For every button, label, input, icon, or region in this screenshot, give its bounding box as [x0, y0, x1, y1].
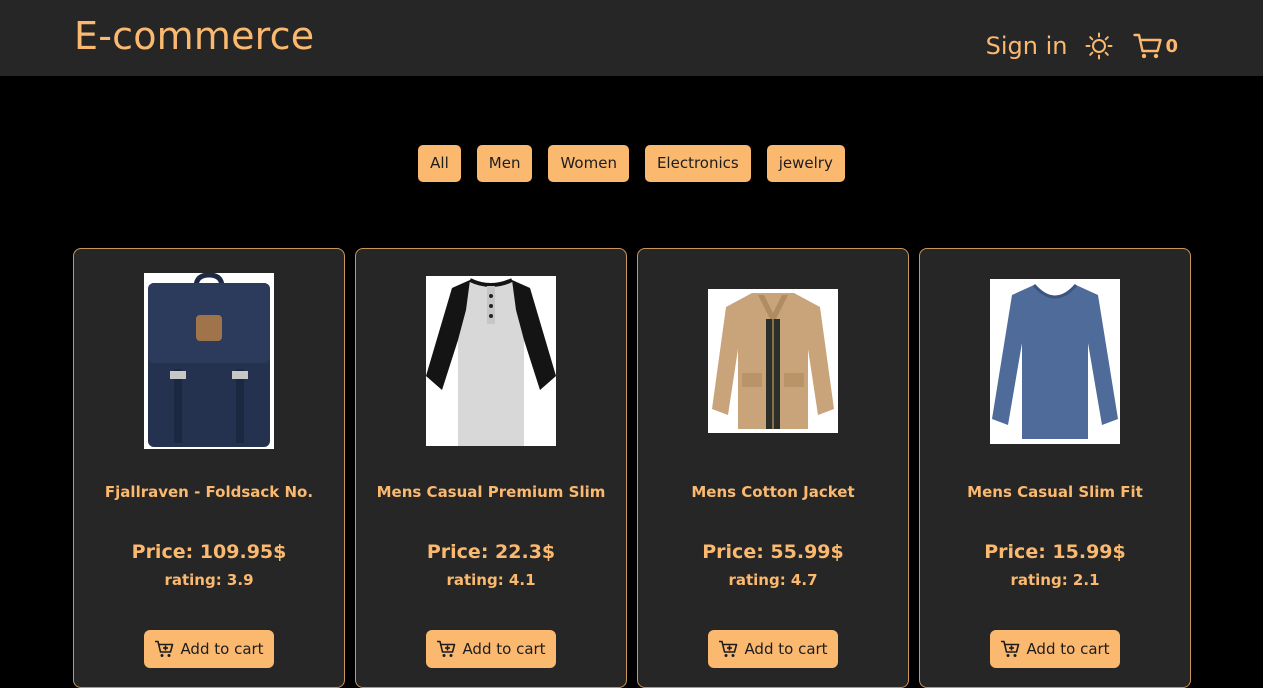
product-image-long-sleeve[interactable]	[990, 273, 1120, 449]
filter-jewelry-button[interactable]: jewelry	[766, 145, 845, 182]
brand-logo[interactable]: E-commerce	[74, 12, 314, 60]
product-price: Price: 109.95$	[131, 541, 287, 563]
add-to-cart-button[interactable]: Add to cart	[426, 630, 556, 668]
product-grid: Fjallraven - Foldsack No. Price: 109.95$…	[73, 248, 1191, 688]
product-image-backpack[interactable]	[144, 273, 274, 449]
product-price: Price: 55.99$	[702, 541, 844, 563]
add-to-cart-label: Add to cart	[462, 640, 546, 658]
filter-women-button[interactable]: Women	[548, 145, 629, 182]
add-to-cart-label: Add to cart	[744, 640, 828, 658]
product-card: Fjallraven - Foldsack No. Price: 109.95$…	[73, 248, 345, 688]
nav-actions: Sign in 0	[986, 26, 1178, 66]
add-to-cart-icon	[719, 640, 738, 657]
product-rating: rating: 4.1	[446, 571, 536, 589]
filter-men-button[interactable]: Men	[476, 145, 533, 182]
product-image-tshirt[interactable]	[426, 273, 556, 449]
cart-count-badge: 0	[1165, 35, 1178, 57]
sun-icon[interactable]	[1085, 32, 1113, 60]
add-to-cart-button[interactable]: Add to cart	[708, 630, 838, 668]
add-to-cart-icon	[1001, 640, 1020, 657]
product-rating: rating: 4.7	[728, 571, 818, 589]
category-filter-bar: All Men Women Electronics jewelry	[0, 145, 1263, 182]
add-to-cart-label: Add to cart	[180, 640, 264, 658]
add-to-cart-label: Add to cart	[1026, 640, 1110, 658]
cart-button[interactable]: 0	[1133, 32, 1178, 60]
product-price: Price: 15.99$	[984, 541, 1126, 563]
product-price: Price: 22.3$	[426, 541, 556, 563]
product-title[interactable]: Mens Casual Slim Fit	[920, 483, 1190, 501]
add-to-cart-button[interactable]: Add to cart	[990, 630, 1120, 668]
product-card: Mens Casual Premium Slim Price: 22.3$ ra…	[355, 248, 627, 688]
navbar: E-commerce Sign in 0	[0, 0, 1263, 76]
add-to-cart-button[interactable]: Add to cart	[144, 630, 274, 668]
product-title[interactable]: Mens Cotton Jacket	[638, 483, 908, 501]
add-to-cart-icon	[437, 640, 456, 657]
product-rating: rating: 2.1	[1010, 571, 1100, 589]
product-card: Mens Cotton Jacket Price: 55.99$ rating:…	[637, 248, 909, 688]
product-rating: rating: 3.9	[164, 571, 254, 589]
filter-all-button[interactable]: All	[418, 145, 461, 182]
product-title[interactable]: Mens Casual Premium Slim	[356, 483, 626, 501]
sign-in-link[interactable]: Sign in	[986, 32, 1068, 60]
product-title[interactable]: Fjallraven - Foldsack No.	[74, 483, 344, 501]
shopping-cart-icon	[1133, 33, 1163, 59]
product-image-jacket[interactable]	[708, 273, 838, 449]
add-to-cart-icon	[155, 640, 174, 657]
filter-electronics-button[interactable]: Electronics	[644, 145, 751, 182]
product-card: Mens Casual Slim Fit Price: 15.99$ ratin…	[919, 248, 1191, 688]
